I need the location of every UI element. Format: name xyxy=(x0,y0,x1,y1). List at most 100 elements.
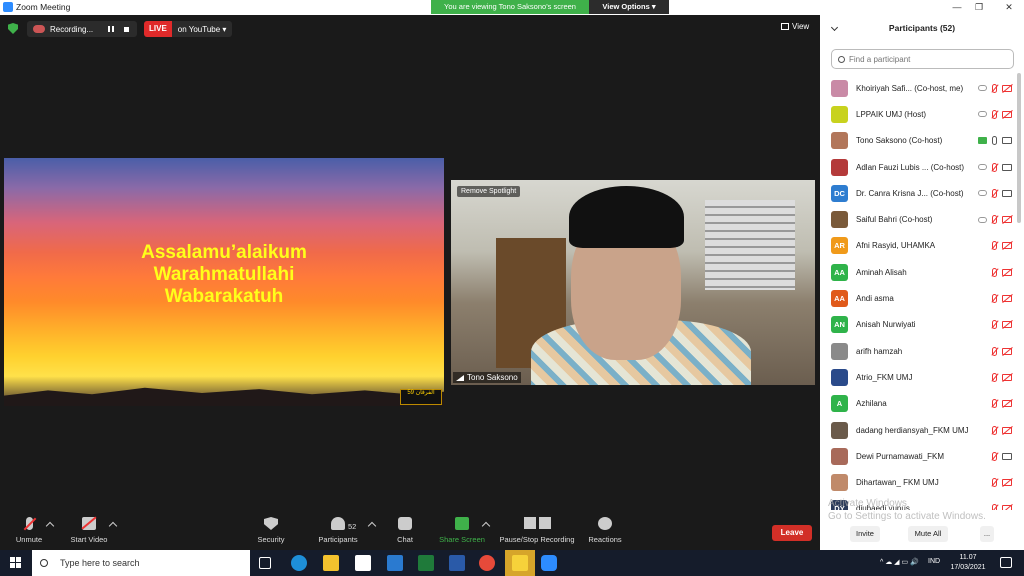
taskbar-clock[interactable]: 11.07 17/03/2021 xyxy=(946,553,990,573)
stop-recording-icon[interactable] xyxy=(124,26,129,32)
video-off-icon[interactable] xyxy=(1002,479,1012,487)
remove-spotlight-button[interactable]: Remove Spotlight xyxy=(457,186,521,197)
maximize-button[interactable]: ❐ xyxy=(966,0,992,15)
mail-icon[interactable] xyxy=(387,555,403,571)
list-scrollbar[interactable] xyxy=(1017,73,1021,223)
participant-row[interactable]: Khoiriyah Safi... (Co-host, me) xyxy=(820,75,1016,101)
share-screen-button[interactable]: Share Screen xyxy=(427,517,497,544)
participant-row[interactable]: dadang herdiansyah_FKM UMJ xyxy=(820,417,1016,443)
muted-mic-icon[interactable] xyxy=(992,188,997,198)
participant-row[interactable]: A Azhilana xyxy=(820,391,1016,417)
participant-status-icons xyxy=(992,320,1012,330)
speaker-video: Remove Spotlight Tono Saksono xyxy=(451,180,815,385)
more-button[interactable]: ... xyxy=(980,526,994,542)
participant-row[interactable]: AN Anisah Nurwiyati xyxy=(820,312,1016,338)
video-off-icon[interactable] xyxy=(1002,505,1012,510)
video-off-icon[interactable] xyxy=(1002,321,1012,329)
muted-mic-icon[interactable] xyxy=(992,399,997,409)
participant-search[interactable] xyxy=(831,49,1014,69)
video-off-icon[interactable] xyxy=(1002,110,1012,118)
muted-mic-icon[interactable] xyxy=(992,241,997,251)
word-icon[interactable] xyxy=(449,555,465,571)
edge-icon[interactable] xyxy=(291,555,307,571)
video-off-icon[interactable] xyxy=(1002,373,1012,381)
participant-row[interactable]: Atrio_FKM UMJ xyxy=(820,364,1016,390)
task-view-icon[interactable] xyxy=(259,557,271,569)
video-off-icon[interactable] xyxy=(1002,268,1012,276)
participant-row[interactable]: Dihartawan_ FKM UMJ xyxy=(820,469,1016,495)
participant-name: arifh hamzah xyxy=(856,346,903,356)
close-button[interactable]: ✕ xyxy=(996,0,1022,15)
mute-all-button[interactable]: Mute All xyxy=(908,526,948,542)
muted-mic-icon[interactable] xyxy=(992,478,997,488)
participant-row[interactable]: LPPAIK UMJ (Host) xyxy=(820,101,1016,127)
notifications-icon[interactable] xyxy=(1000,557,1012,568)
leave-button[interactable]: Leave xyxy=(772,525,812,541)
taskbar-search[interactable]: Type here to search xyxy=(32,550,250,576)
participants-button[interactable]: Participants xyxy=(303,517,373,544)
muted-mic-icon xyxy=(25,517,33,530)
avatar: DC xyxy=(831,184,848,202)
participant-row[interactable]: Dewi Purnamawati_FKM xyxy=(820,443,1016,469)
video-off-icon[interactable] xyxy=(1002,84,1012,92)
video-off-icon[interactable] xyxy=(1002,242,1012,250)
sticky-notes-icon[interactable] xyxy=(512,555,528,571)
language-indicator[interactable]: IND xyxy=(928,558,940,565)
view-options-button[interactable]: View Options ▾ xyxy=(589,0,669,14)
video-off-icon[interactable] xyxy=(1002,400,1012,408)
security-shield-icon[interactable] xyxy=(8,23,18,34)
avatar xyxy=(831,105,848,123)
participant-search-input[interactable] xyxy=(849,54,1009,64)
chat-icon xyxy=(398,517,412,530)
video-off-icon[interactable] xyxy=(1002,216,1012,224)
mic-icon[interactable] xyxy=(992,136,997,146)
muted-mic-icon[interactable] xyxy=(992,451,997,461)
participant-row[interactable]: arifh hamzah xyxy=(820,338,1016,364)
muted-mic-icon[interactable] xyxy=(992,294,997,304)
store-icon[interactable] xyxy=(355,555,371,571)
participant-status-icons xyxy=(992,425,1012,435)
start-video-button[interactable]: Start Video xyxy=(54,517,124,544)
participant-row[interactable]: Saiful Bahri (Co-host) xyxy=(820,206,1016,232)
muted-mic-icon[interactable] xyxy=(992,267,997,277)
muted-mic-icon[interactable] xyxy=(992,504,997,510)
participant-row[interactable]: Tono Saksono (Co-host) xyxy=(820,128,1016,154)
pause-recording-icon[interactable] xyxy=(108,26,114,32)
video-icon[interactable] xyxy=(1002,189,1012,197)
muted-mic-icon[interactable] xyxy=(992,346,997,356)
video-off-icon[interactable] xyxy=(1002,347,1012,355)
live-stream-indicator[interactable]: LIVE on YouTube ▾ xyxy=(144,21,233,37)
participant-row[interactable]: DC Dr. Canra Krisna J... (Co-host) xyxy=(820,180,1016,206)
muted-mic-icon[interactable] xyxy=(992,109,997,119)
muted-mic-icon[interactable] xyxy=(992,215,997,225)
windows-start-icon[interactable] xyxy=(10,557,21,568)
security-button[interactable]: Security xyxy=(236,517,306,544)
participant-row[interactable]: AA Aminah Alisah xyxy=(820,259,1016,285)
video-icon[interactable] xyxy=(1002,163,1012,171)
zoom-taskbar-icon[interactable] xyxy=(541,555,557,571)
view-button[interactable]: View xyxy=(781,22,809,31)
participant-row[interactable]: AR Afni Rasyid, UHAMKA xyxy=(820,233,1016,259)
video-icon[interactable] xyxy=(1002,137,1012,145)
security-label: Security xyxy=(257,535,285,544)
muted-mic-icon[interactable] xyxy=(992,372,997,382)
participant-row[interactable]: Adlan Fauzi Lubis ... (Co-host) xyxy=(820,154,1016,180)
muted-mic-icon[interactable] xyxy=(992,83,997,93)
participant-list: Khoiriyah Safi... (Co-host, me) LPPAIK UM… xyxy=(820,75,1016,510)
participant-row[interactable]: AA Andi asma xyxy=(820,285,1016,311)
muted-mic-icon[interactable] xyxy=(992,162,997,172)
excel-icon[interactable] xyxy=(418,555,434,571)
video-icon[interactable] xyxy=(1002,452,1012,460)
video-off-icon[interactable] xyxy=(1002,295,1012,303)
system-tray[interactable]: ^ ☁ ◢ ▭ 🔊 xyxy=(880,558,919,566)
file-explorer-icon[interactable] xyxy=(323,555,339,571)
muted-mic-icon[interactable] xyxy=(992,425,997,435)
chrome-icon[interactable] xyxy=(479,555,495,571)
video-off-icon[interactable] xyxy=(1002,426,1012,434)
invite-button[interactable]: Invite xyxy=(850,526,880,542)
pause-stop-recording-button[interactable]: Pause/Stop Recording xyxy=(496,517,578,544)
muted-mic-icon[interactable] xyxy=(992,320,997,330)
live-target[interactable]: on YouTube ▾ xyxy=(172,25,233,34)
reactions-button[interactable]: Reactions xyxy=(570,517,640,544)
cloud-icon xyxy=(978,85,987,92)
